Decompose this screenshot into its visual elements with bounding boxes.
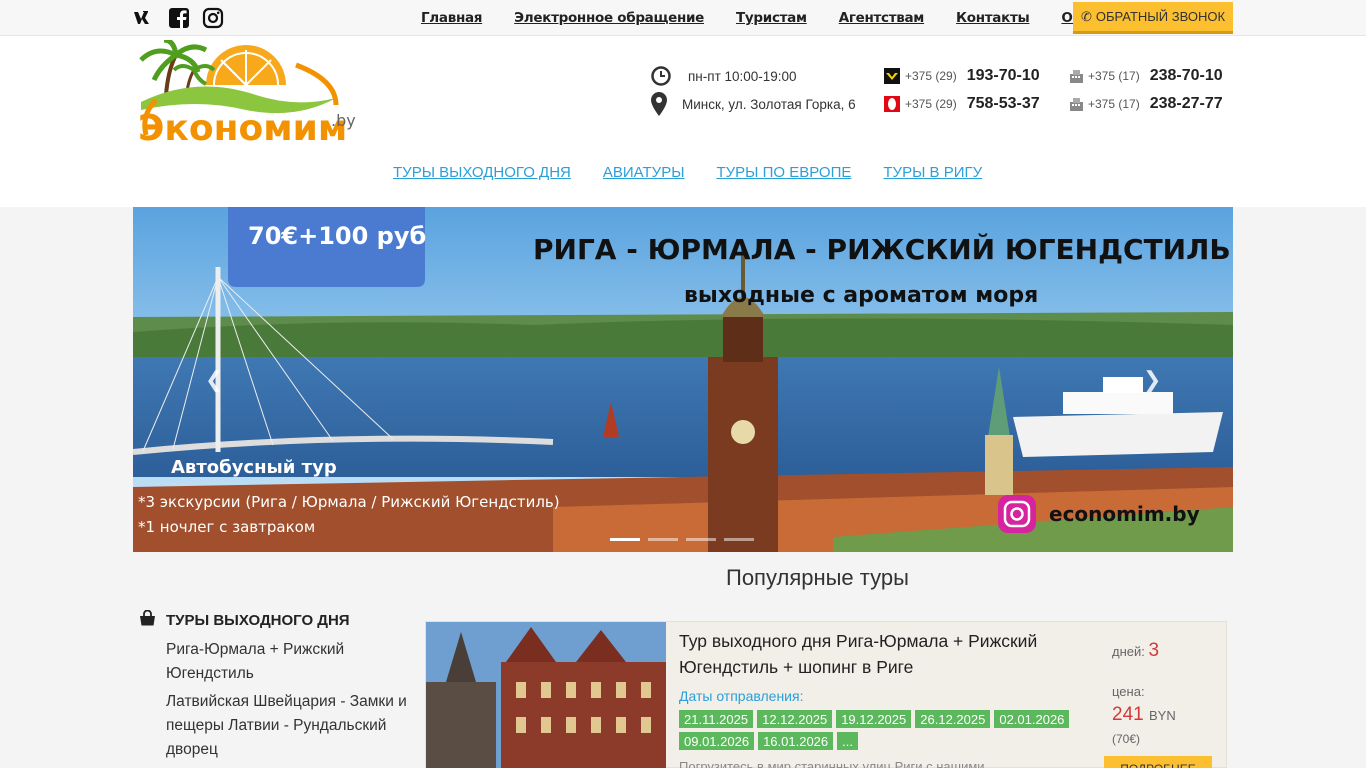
sidebar-heading[interactable]: ТУРЫ ВЫХОДНОГО ДНЯ xyxy=(139,609,350,630)
carousel-dot[interactable] xyxy=(724,538,754,541)
banner-brand: economim.by xyxy=(1049,502,1200,526)
map-pin-icon xyxy=(651,92,667,116)
phone-number: 238-27-77 xyxy=(1149,95,1223,112)
clock-icon xyxy=(651,66,671,86)
site-header: Экономим .by пн-пт 10:00-19:00 Минск, ул… xyxy=(0,36,1366,207)
facebook-icon[interactable] xyxy=(167,6,191,30)
date-chip[interactable]: 02.01.2026 xyxy=(994,710,1070,728)
mainnav-weekend-tours[interactable]: ТУРЫ ВЫХОДНОГО ДНЯ xyxy=(393,164,571,181)
days-value: 3 xyxy=(1148,640,1160,661)
carousel-dot[interactable] xyxy=(648,538,678,541)
banner-price: 70€+100 руб xyxy=(248,222,426,250)
date-chip[interactable]: 21.11.2025 xyxy=(679,710,754,728)
topnav-contacts-link[interactable]: Контакты xyxy=(956,10,1030,26)
price-currency: BYN xyxy=(1148,708,1176,723)
mainnav-riga-tours[interactable]: ТУРЫ В РИГУ xyxy=(883,164,982,181)
phone-icon: ✆ xyxy=(1080,8,1092,24)
main-navigation: ТУРЫ ВЫХОДНОГО ДНЯ АВИАТУРЫ ТУРЫ ПО ЕВРО… xyxy=(393,164,982,181)
mainnav-air-tours[interactable]: АВИАТУРЫ xyxy=(603,164,685,181)
phone-code: +375 (17) xyxy=(1088,97,1140,111)
topnav-home-link[interactable]: Главная xyxy=(421,10,482,26)
top-bar: Главная Электронное обращение Туристам А… xyxy=(0,0,1366,36)
phone-code: +375 (29) xyxy=(905,69,957,83)
tour-title[interactable]: Тур выходного дня Рига-Юрмала + Рижский … xyxy=(679,628,1079,680)
carousel-dot[interactable] xyxy=(610,538,640,541)
departure-dates-label: Даты отправления: xyxy=(679,688,804,704)
mainnav-europe-tours[interactable]: ТУРЫ ПО ЕВРОПЕ xyxy=(716,164,851,181)
banner-bullet: *3 экскурсии (Рига / Юрмала / Рижский Юг… xyxy=(138,493,560,511)
banner-bullet: *1 ночлег с завтраком xyxy=(138,518,315,536)
date-chip[interactable]: 09.01.2026 xyxy=(679,732,755,750)
tour-price: 241 BYN xyxy=(1112,704,1176,726)
phone-number: 758-53-37 xyxy=(966,95,1040,112)
phone-landline-1[interactable]: +375 (17) 238-70-10 xyxy=(1070,67,1223,85)
social-links xyxy=(133,6,225,30)
callback-label: ОБРАТНЫЙ ЗВОНОК xyxy=(1095,9,1226,24)
phone-landline-2[interactable]: +375 (17) 238-27-77 xyxy=(1070,95,1223,113)
price-label: цена: xyxy=(1112,684,1145,699)
top-navigation: Главная Электронное обращение Туристам А… xyxy=(421,0,1117,36)
more-dates-chip[interactable]: ... xyxy=(837,732,858,750)
hours-text: пн-пт 10:00-19:00 xyxy=(688,68,797,84)
popular-tours-heading: Популярные туры xyxy=(726,565,909,590)
phone-number: 193-70-10 xyxy=(966,67,1040,84)
fax-icon xyxy=(1070,97,1083,111)
office-address: Минск, ул. Золотая Горка, 6 xyxy=(651,92,856,116)
working-hours: пн-пт 10:00-19:00 xyxy=(651,66,797,86)
sidebar-heading-label: ТУРЫ ВЫХОДНОГО ДНЯ xyxy=(166,611,350,629)
days-label: дней: xyxy=(1112,644,1145,659)
sidebar-item-latvian-switzerland[interactable]: Латвийская Швейцария - Замки и пещеры Ла… xyxy=(166,690,416,762)
address-text: Минск, ул. Золотая Горка, 6 xyxy=(682,96,856,112)
more-details-button[interactable]: ПОДРОБНЕЕ xyxy=(1104,756,1212,768)
phone-code: +375 (29) xyxy=(905,97,957,111)
carousel-next-icon[interactable]: ❯ xyxy=(1143,367,1161,393)
phone-mts[interactable]: +375 (29) 758-53-37 xyxy=(884,95,1040,113)
date-chip[interactable]: 19.12.2025 xyxy=(836,710,912,728)
topnav-agencies-link[interactable]: Агентствам xyxy=(839,10,925,26)
carousel-prev-icon[interactable]: ❮ xyxy=(205,367,223,393)
tour-image[interactable] xyxy=(426,622,666,768)
topnav-e-appeal-link[interactable]: Электронное обращение xyxy=(514,10,704,26)
carousel-indicators xyxy=(610,538,754,541)
tour-days: дней: 3 xyxy=(1112,640,1159,662)
date-chip[interactable]: 12.12.2025 xyxy=(757,710,833,728)
instagram-icon[interactable] xyxy=(201,6,225,30)
logo-text: Экономим xyxy=(138,108,347,144)
site-logo[interactable]: Экономим .by xyxy=(136,37,361,149)
banner-title: РИГА - ЮРМАЛА - РИЖСКИЙ ЮГЕНДСТИЛЬ xyxy=(533,232,1231,266)
price-value: 241 xyxy=(1112,704,1144,725)
svg-text:.by: .by xyxy=(331,111,356,130)
vk-icon[interactable] xyxy=(133,6,157,30)
banner-subtitle: выходные с ароматом моря xyxy=(684,283,1038,308)
instagram-badge-icon xyxy=(998,495,1036,533)
phone-code: +375 (17) xyxy=(1088,69,1140,83)
banner-tour-type: Автобусный тур xyxy=(171,457,337,478)
date-chip[interactable]: 16.01.2026 xyxy=(758,732,834,750)
tour-card[interactable]: Тур выходного дня Рига-Юрмала + Рижский … xyxy=(425,621,1227,768)
price-eur: (70€) xyxy=(1112,732,1141,746)
departure-dates: 21.11.2025 12.12.2025 19.12.2025 26.12.2… xyxy=(679,710,1099,750)
shopping-bag-icon xyxy=(139,609,156,630)
hero-carousel[interactable]: 70€+100 руб РИГА - ЮРМАЛА - РИЖСКИЙ ЮГЕН… xyxy=(133,207,1233,552)
tour-description: Погрузитесь в мир старинных улиц Риги с … xyxy=(679,759,985,768)
phone-number: 238-70-10 xyxy=(1149,67,1223,84)
banner-image: 70€+100 руб РИГА - ЮРМАЛА - РИЖСКИЙ ЮГЕН… xyxy=(133,207,1233,552)
velcom-icon xyxy=(884,68,900,84)
mts-icon xyxy=(884,96,900,112)
date-chip[interactable]: 26.12.2025 xyxy=(915,710,991,728)
sidebar-item-riga-jurmala[interactable]: Рига-Юрмала + Рижский Югендстиль xyxy=(166,638,416,686)
topnav-tourists-link[interactable]: Туристам xyxy=(736,10,807,26)
carousel-dot[interactable] xyxy=(686,538,716,541)
callback-button[interactable]: ✆ ОБРАТНЫЙ ЗВОНОК xyxy=(1073,2,1233,34)
fax-icon xyxy=(1070,69,1083,83)
phone-velcom[interactable]: +375 (29) 193-70-10 xyxy=(884,67,1040,85)
